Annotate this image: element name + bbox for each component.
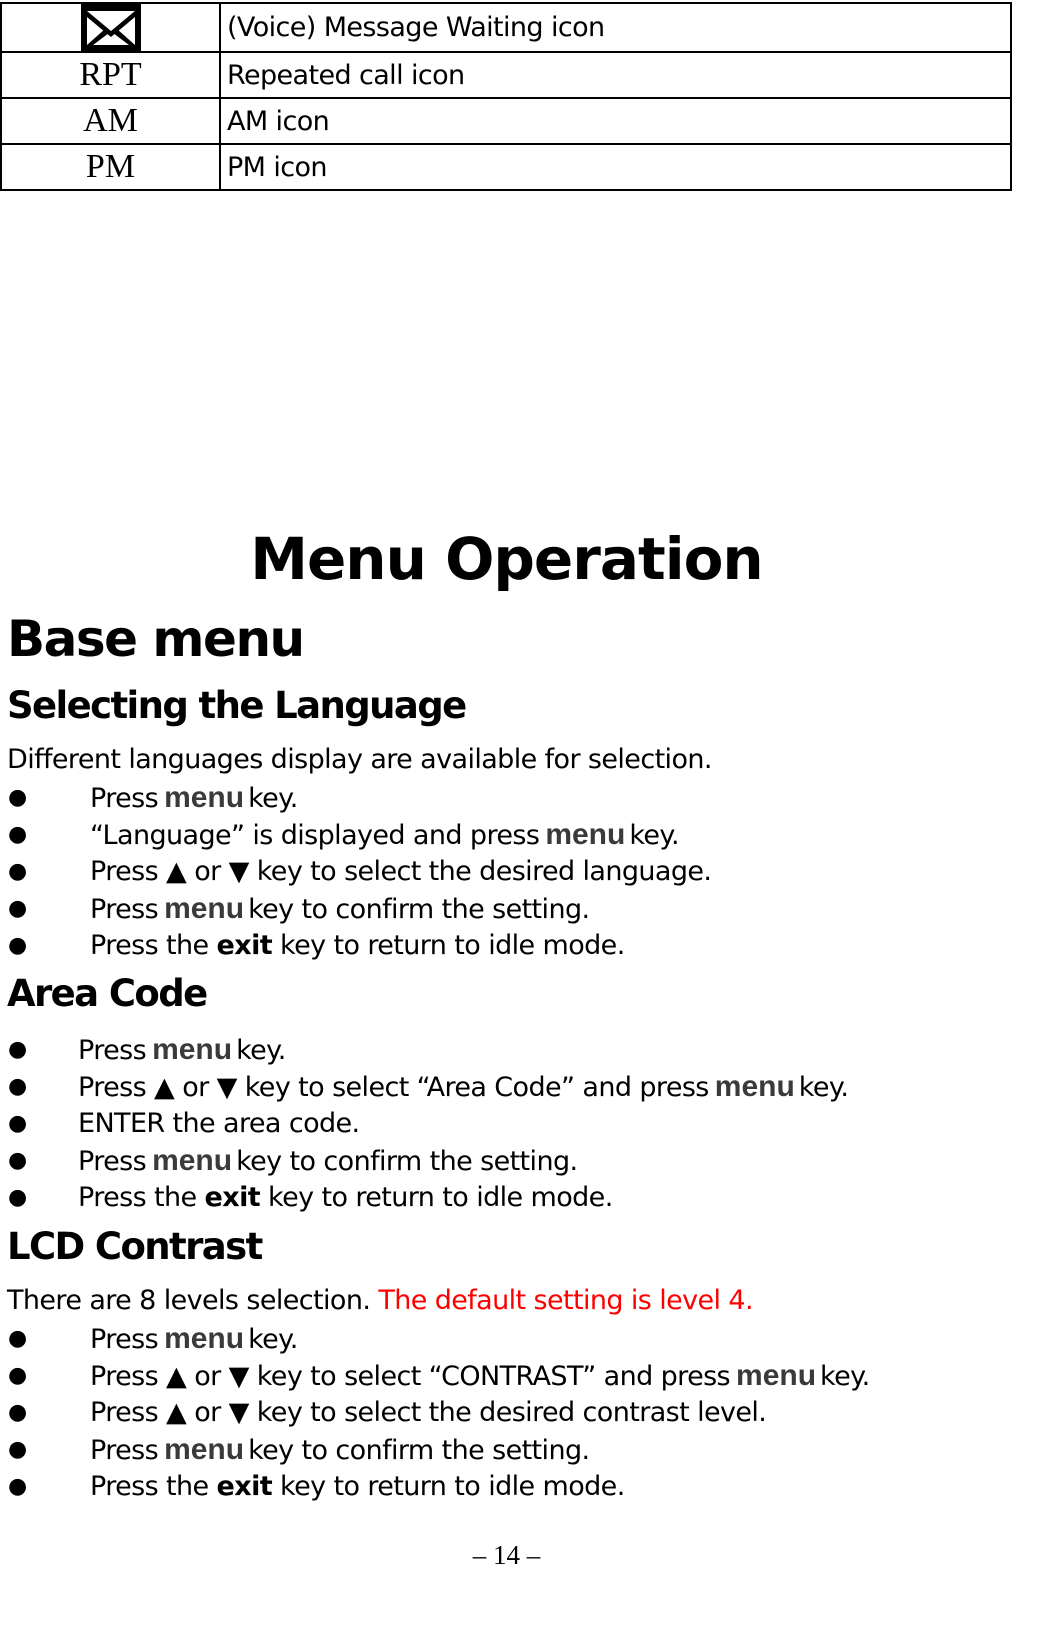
- step-text: Press ▲ or ▼ key to select “CONTRAST” an…: [90, 1357, 870, 1395]
- description-cell: PM icon: [219, 143, 1012, 192]
- step-text: Press menu key to confirm the setting.: [90, 1431, 590, 1469]
- step-text-start: Press ▲ or ▼ key to select the desired c…: [90, 1397, 767, 1428]
- table-row: RPT Repeated call icon: [0, 51, 1012, 100]
- menu-key-label: menu: [164, 1322, 245, 1355]
- step-text-start: Press: [78, 1035, 147, 1066]
- bullet-icon: ●: [8, 1111, 27, 1136]
- step-text: Press ▲ or ▼ key to select the desired l…: [90, 853, 712, 890]
- step-text-start: Press: [90, 1435, 159, 1466]
- step-text-start: Press ▲ or ▼ key to select “Area Code” a…: [78, 1072, 709, 1103]
- lcd-contrast-intro: There are 8 levels selection. The defaul…: [7, 1285, 754, 1316]
- step-text: Press the exit key to return to idle mod…: [78, 1179, 613, 1216]
- envelope-icon: [80, 3, 141, 52]
- description-cell: AM icon: [219, 97, 1012, 146]
- step-text-start: Press ▲ or ▼ key to select “CONTRAST” an…: [90, 1361, 731, 1392]
- exit-key-label: exit: [216, 930, 273, 961]
- symbol-cell: RPT: [0, 51, 221, 100]
- bullet-icon: ●: [8, 1400, 27, 1425]
- table-row: (Voice) Message Waiting icon: [0, 1, 1012, 54]
- language-heading: Selecting the Language: [7, 684, 467, 727]
- step-text-start: Press: [78, 1146, 147, 1177]
- bullet-icon: ●: [8, 1363, 27, 1388]
- bullet-icon: ●: [8, 859, 27, 884]
- step-text: Press the exit key to return to idle mod…: [90, 927, 625, 964]
- symbol-cell: [0, 1, 221, 54]
- lcd-contrast-heading: LCD Contrast: [7, 1225, 263, 1268]
- step-text-end: key to return to idle mode.: [280, 930, 625, 961]
- intro-text: There are 8 levels selection.: [7, 1285, 371, 1316]
- menu-key-label: menu: [152, 1033, 233, 1066]
- menu-key-label: menu: [164, 892, 245, 925]
- bullet-icon: ●: [8, 1474, 27, 1499]
- step-text-end: key to return to idle mode.: [268, 1182, 613, 1213]
- step-text: “Language” is displayed and press menu key…: [90, 816, 680, 854]
- step-text-end: key.: [236, 1035, 286, 1066]
- step-text-start: Press: [90, 783, 159, 814]
- step-text: Press menu key.: [90, 779, 298, 817]
- step-text-end: key to confirm the setting.: [236, 1146, 578, 1177]
- area-code-heading: Area Code: [7, 972, 208, 1015]
- description-cell: (Voice) Message Waiting icon: [219, 1, 1012, 54]
- step-text-end: key to confirm the setting.: [248, 894, 590, 925]
- menu-key-label: menu: [714, 1070, 795, 1103]
- step-text: Press menu key to confirm the setting.: [90, 890, 590, 928]
- bullet-icon: ●: [8, 1437, 27, 1462]
- step-text-end: key to confirm the setting.: [248, 1435, 590, 1466]
- menu-key-label: menu: [545, 818, 626, 851]
- symbol-cell: AM: [0, 97, 221, 146]
- menu-key-label: menu: [164, 1433, 245, 1466]
- step-text-start: Press ▲ or ▼ key to select the desired l…: [90, 856, 712, 887]
- step-text-end: key to return to idle mode.: [280, 1471, 625, 1502]
- step-text-end: key.: [798, 1072, 849, 1103]
- exit-key-label: exit: [204, 1182, 261, 1213]
- step-text-end: key.: [629, 820, 679, 851]
- step-text: Press the exit key to return to idle mod…: [90, 1468, 625, 1505]
- bullet-icon: ●: [8, 1148, 27, 1173]
- step-text-end: key.: [248, 783, 298, 814]
- step-text-start: Press the: [90, 930, 209, 961]
- bullet-icon: ●: [8, 1037, 27, 1062]
- step-text-start: Press: [90, 1324, 159, 1355]
- step-text: ENTER the area code.: [78, 1105, 360, 1142]
- table-row: PM PM icon: [0, 143, 1012, 192]
- section-title: Base menu: [7, 610, 305, 668]
- page-number: – 14 –: [472, 1540, 541, 1570]
- step-text-start: Press: [90, 894, 159, 925]
- description-cell: Repeated call icon: [219, 51, 1012, 100]
- bullet-icon: ●: [8, 1074, 27, 1099]
- step-text-start: Press the: [78, 1182, 197, 1213]
- default-level-note: The default setting is level 4.: [378, 1285, 753, 1316]
- step-text: Press menu key to confirm the setting.: [78, 1142, 578, 1180]
- menu-key-label: menu: [736, 1359, 817, 1392]
- bullet-icon: ●: [8, 822, 27, 847]
- step-text-end: key.: [248, 1324, 298, 1355]
- step-text: Press ▲ or ▼ key to select “Area Code” a…: [78, 1068, 849, 1106]
- bullet-icon: ●: [8, 933, 27, 958]
- bullet-icon: ●: [8, 1326, 27, 1351]
- step-text: Press menu key.: [90, 1320, 298, 1358]
- table-row: AM AM icon: [0, 97, 1012, 146]
- step-text-start: “Language” is displayed and press: [90, 820, 540, 851]
- exit-key-label: exit: [216, 1471, 273, 1502]
- menu-key-label: menu: [152, 1144, 233, 1177]
- step-text-start: Press the: [90, 1471, 209, 1502]
- language-intro: Different languages display are availabl…: [7, 744, 712, 775]
- bullet-icon: ●: [8, 896, 27, 921]
- menu-key-label: menu: [164, 781, 245, 814]
- symbol-cell: PM: [0, 143, 221, 192]
- bullet-icon: ●: [8, 1185, 27, 1210]
- step-text-start: ENTER the area code.: [78, 1108, 360, 1139]
- step-text: Press ▲ or ▼ key to select the desired c…: [90, 1394, 767, 1431]
- step-text-end: key.: [820, 1361, 870, 1392]
- icon-legend-table: (Voice) Message Waiting icon RPT Repeate…: [0, 1, 1012, 192]
- bullet-icon: ●: [8, 785, 27, 810]
- step-text: Press menu key.: [78, 1031, 286, 1069]
- page-title: Menu Operation: [250, 525, 763, 593]
